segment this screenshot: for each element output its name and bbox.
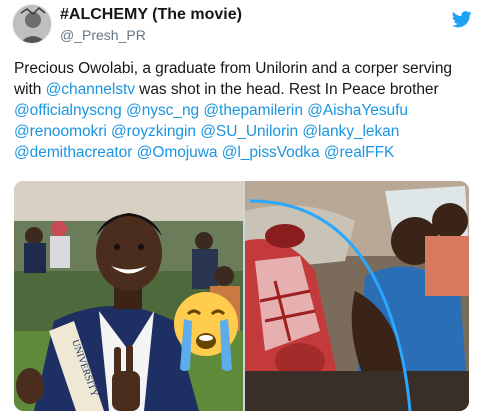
- photo-car-scene[interactable]: [245, 181, 469, 411]
- mention-link[interactable]: @Omojuwa: [137, 144, 218, 161]
- mention-link[interactable]: @royzkingin: [111, 123, 196, 140]
- media-grid: UNIVERSITY: [14, 181, 469, 411]
- tweet-text-after: was shot in the head. Rest In Peace brot…: [134, 81, 439, 98]
- user-handle[interactable]: @_Presh_PR: [60, 27, 146, 43]
- mention-link[interactable]: @SU_Unilorin: [200, 123, 298, 140]
- avatar[interactable]: [12, 4, 52, 44]
- mention-link[interactable]: @thepamilerin: [203, 102, 303, 119]
- mention-link[interactable]: @demithacreator: [14, 144, 132, 161]
- photo-graduate[interactable]: UNIVERSITY: [14, 181, 243, 411]
- mention-link[interactable]: @channelstv: [46, 81, 135, 98]
- mention-link[interactable]: @officialnyscng: [14, 102, 122, 119]
- mention-link[interactable]: @l_pissVodka: [222, 144, 320, 161]
- mention-link[interactable]: @renoomokri: [14, 123, 107, 140]
- mention-link[interactable]: @lanky_lekan: [302, 123, 399, 140]
- display-name[interactable]: #ALCHEMY (The movie): [60, 6, 242, 24]
- mention-link[interactable]: @nysc_ng: [126, 102, 199, 119]
- mention-link[interactable]: @AishaYesufu: [307, 102, 408, 119]
- twitter-bird-icon[interactable]: [452, 9, 472, 29]
- mention-link[interactable]: @realFFK: [324, 144, 395, 161]
- tweet-card: #ALCHEMY (The movie) @_Presh_PR Precious…: [0, 0, 477, 416]
- tweet-text: Precious Owolabi, a graduate from Unilor…: [14, 58, 469, 163]
